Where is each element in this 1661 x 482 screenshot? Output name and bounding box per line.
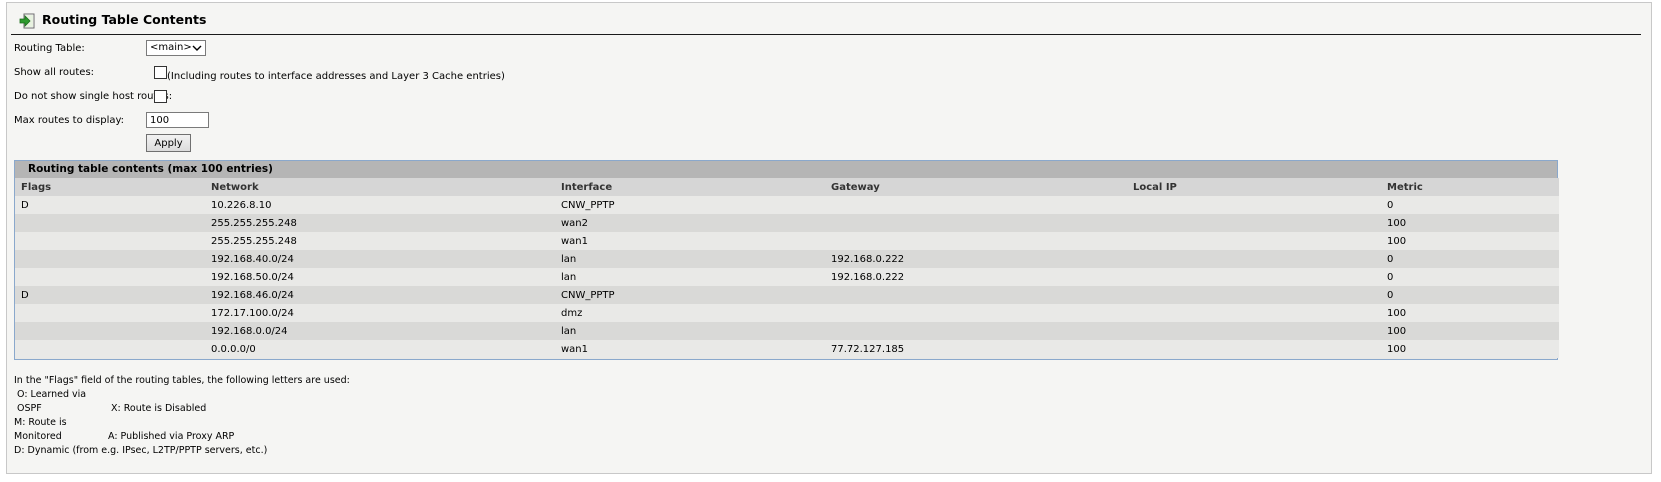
cell-interface: lan bbox=[555, 322, 825, 340]
cell-network: 0.0.0.0/0 bbox=[205, 340, 555, 358]
cell-flags bbox=[15, 268, 205, 286]
cell-interface: wan1 bbox=[555, 232, 825, 250]
cell-local-ip bbox=[1127, 250, 1381, 268]
cell-interface: wan2 bbox=[555, 214, 825, 232]
chevron-down-icon bbox=[192, 45, 202, 51]
cell-metric: 100 bbox=[1381, 322, 1559, 340]
cell-metric: 100 bbox=[1381, 232, 1559, 250]
table-row: D 10.226.8.10 CNW_PPTP 0 bbox=[15, 196, 1559, 214]
column-header-gateway: Gateway bbox=[825, 178, 1127, 196]
cell-network: 192.168.0.0/24 bbox=[205, 322, 555, 340]
column-header-metric: Metric bbox=[1381, 178, 1559, 196]
apply-button[interactable]: Apply bbox=[146, 134, 191, 152]
cell-local-ip bbox=[1127, 268, 1381, 286]
column-header-flags: Flags bbox=[15, 178, 205, 196]
cell-metric: 0 bbox=[1381, 250, 1559, 268]
no-single-host-label: Do not show single host routes: bbox=[14, 91, 173, 102]
cell-metric: 100 bbox=[1381, 214, 1559, 232]
cell-network: 192.168.46.0/24 bbox=[205, 286, 555, 304]
cell-network: 255.255.255.248 bbox=[205, 232, 555, 250]
routing-table-label: Routing Table: bbox=[14, 43, 85, 54]
table-header-row: Flags Network Interface Gateway Local IP… bbox=[15, 178, 1559, 196]
table-row: 255.255.255.248 wan2 100 bbox=[15, 214, 1559, 232]
cell-gateway bbox=[825, 286, 1127, 304]
cell-metric: 0 bbox=[1381, 286, 1559, 304]
cell-interface: lan bbox=[555, 250, 825, 268]
cell-flags bbox=[15, 322, 205, 340]
max-routes-input[interactable] bbox=[146, 112, 209, 128]
table-row: 255.255.255.248 wan1 100 bbox=[15, 232, 1559, 250]
cell-metric: 100 bbox=[1381, 304, 1559, 322]
cell-network: 192.168.50.0/24 bbox=[205, 268, 555, 286]
column-header-local-ip: Local IP bbox=[1127, 178, 1381, 196]
cell-gateway bbox=[825, 322, 1127, 340]
routing-table: Flags Network Interface Gateway Local IP… bbox=[15, 178, 1559, 358]
show-all-routes-label: Show all routes: bbox=[14, 67, 95, 78]
cell-interface: dmz bbox=[555, 304, 825, 322]
routing-table-panel: Routing table contents (max 100 entries)… bbox=[14, 160, 1559, 360]
legend-o: O: Learned via OSPF bbox=[17, 389, 87, 414]
table-row: 0.0.0.0/0 wan1 77.72.127.185 100 bbox=[15, 340, 1559, 358]
cell-interface: lan bbox=[555, 268, 825, 286]
cell-interface: CNW_PPTP bbox=[555, 286, 825, 304]
cell-gateway: 192.168.0.222 bbox=[825, 250, 1127, 268]
legend-row: M: Route is Monitored A: Published via Pr… bbox=[14, 416, 350, 444]
cell-network: 10.226.8.10 bbox=[205, 196, 555, 214]
cell-interface: wan1 bbox=[555, 340, 825, 358]
cell-flags: D bbox=[15, 286, 205, 304]
cell-flags bbox=[15, 214, 205, 232]
green-arrow-enter-icon bbox=[19, 13, 35, 29]
cell-flags bbox=[15, 232, 205, 250]
cell-network: 192.168.40.0/24 bbox=[205, 250, 555, 268]
cell-flags bbox=[15, 304, 205, 322]
legend-row: O: Learned via OSPF X: Route is Disabled bbox=[14, 388, 350, 416]
table-caption: Routing table contents (max 100 entries) bbox=[15, 161, 1557, 178]
cell-gateway bbox=[825, 196, 1127, 214]
routing-table-value: <main> bbox=[150, 42, 192, 53]
cell-local-ip bbox=[1127, 304, 1381, 322]
page-title: Routing Table Contents bbox=[42, 12, 207, 27]
table-row: 192.168.0.0/24 lan 100 bbox=[15, 322, 1559, 340]
cell-local-ip bbox=[1127, 232, 1381, 250]
cell-flags bbox=[15, 340, 205, 358]
cell-metric: 0 bbox=[1381, 268, 1559, 286]
cell-local-ip bbox=[1127, 322, 1381, 340]
cell-metric: 100 bbox=[1381, 340, 1559, 358]
legend-x: X: Route is Disabled bbox=[111, 403, 207, 414]
table-row: D 192.168.46.0/24 CNW_PPTP 0 bbox=[15, 286, 1559, 304]
table-row: 172.17.100.0/24 dmz 100 bbox=[15, 304, 1559, 322]
show-all-routes-checkbox[interactable] bbox=[154, 66, 167, 79]
cell-network: 255.255.255.248 bbox=[205, 214, 555, 232]
routing-table-select[interactable]: <main> bbox=[146, 40, 206, 56]
flags-legend: In the "Flags" field of the routing tabl… bbox=[14, 374, 350, 458]
cell-flags: D bbox=[15, 196, 205, 214]
title-bar: Routing Table Contents bbox=[11, 8, 1641, 35]
legend-m: M: Route is Monitored bbox=[14, 417, 67, 442]
cell-metric: 0 bbox=[1381, 196, 1559, 214]
no-single-host-checkbox[interactable] bbox=[154, 90, 167, 103]
table-row: 192.168.50.0/24 lan 192.168.0.222 0 bbox=[15, 268, 1559, 286]
cell-network: 172.17.100.0/24 bbox=[205, 304, 555, 322]
max-routes-label: Max routes to display: bbox=[14, 115, 125, 126]
column-header-network: Network bbox=[205, 178, 555, 196]
legend-a: A: Published via Proxy ARP bbox=[108, 431, 235, 442]
cell-gateway: 192.168.0.222 bbox=[825, 268, 1127, 286]
cell-local-ip bbox=[1127, 340, 1381, 358]
column-header-interface: Interface bbox=[555, 178, 825, 196]
cell-local-ip bbox=[1127, 196, 1381, 214]
legend-intro: In the "Flags" field of the routing tabl… bbox=[14, 375, 350, 386]
cell-local-ip bbox=[1127, 286, 1381, 304]
cell-gateway: 77.72.127.185 bbox=[825, 340, 1127, 358]
cell-flags bbox=[15, 250, 205, 268]
legend-d: D: Dynamic (from e.g. IPsec, L2TP/PPTP s… bbox=[14, 445, 268, 456]
cell-gateway bbox=[825, 214, 1127, 232]
cell-gateway bbox=[825, 304, 1127, 322]
cell-gateway bbox=[825, 232, 1127, 250]
show-all-routes-hint: (Including routes to interface addresses… bbox=[167, 71, 505, 82]
cell-interface: CNW_PPTP bbox=[555, 196, 825, 214]
table-row: 192.168.40.0/24 lan 192.168.0.222 0 bbox=[15, 250, 1559, 268]
cell-local-ip bbox=[1127, 214, 1381, 232]
